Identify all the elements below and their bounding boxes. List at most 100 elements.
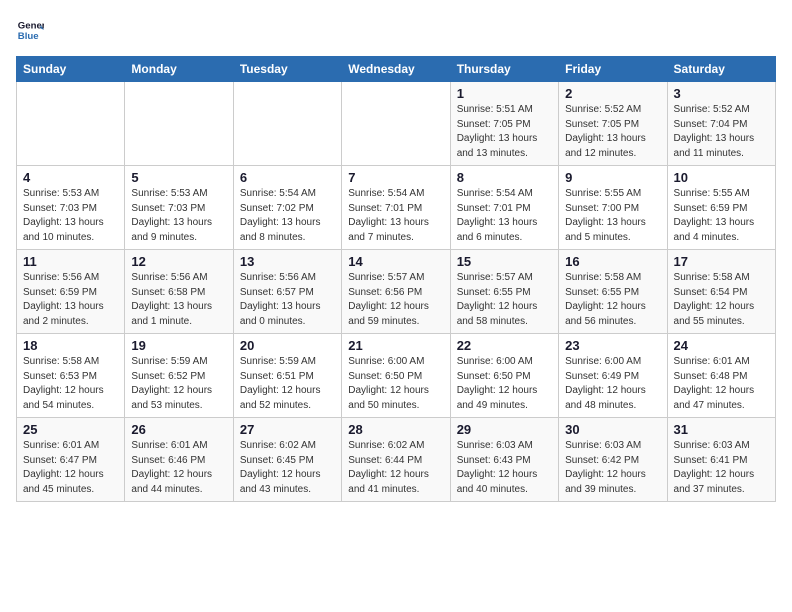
day-number: 25 [23,422,118,437]
day-number: 28 [348,422,443,437]
day-info: Sunrise: 5:58 AM Sunset: 6:55 PM Dayligh… [565,271,660,329]
day-number: 19 [131,338,226,353]
day-info: Sunrise: 6:00 AM Sunset: 6:50 PM Dayligh… [348,355,443,413]
day-info: Sunrise: 5:58 AM Sunset: 6:53 PM Dayligh… [23,355,118,413]
calendar-cell: 11Sunrise: 5:56 AM Sunset: 6:59 PM Dayli… [17,250,125,334]
day-info: Sunrise: 5:57 AM Sunset: 6:56 PM Dayligh… [348,271,443,329]
day-info: Sunrise: 5:51 AM Sunset: 7:05 PM Dayligh… [457,103,552,161]
day-number: 8 [457,170,552,185]
calendar-cell: 9 Sunrise: 5:55 AM Sunset: 7:00 PM Daylig… [559,166,667,250]
calendar-week-row: 11Sunrise: 5:56 AM Sunset: 6:59 PM Dayli… [17,250,776,334]
day-info: Sunrise: 5:59 AM Sunset: 6:52 PM Dayligh… [131,355,226,413]
weekday-header-saturday: Saturday [667,57,775,82]
day-number: 15 [457,254,552,269]
calendar-cell [17,82,125,166]
calendar-cell: 29 Sunrise: 6:03 AM Sunset: 6:43 PM Dayli… [450,418,558,502]
calendar-cell: 5 Sunrise: 5:53 AM Sunset: 7:03 PM Daylig… [125,166,233,250]
day-number: 21 [348,338,443,353]
calendar-cell: 13Sunrise: 5:56 AM Sunset: 6:57 PM Dayli… [233,250,341,334]
weekday-header-row: SundayMondayTuesdayWednesdayThursdayFrid… [17,57,776,82]
day-number: 30 [565,422,660,437]
day-number: 3 [674,86,769,101]
day-info: Sunrise: 6:01 AM Sunset: 6:46 PM Dayligh… [131,439,226,497]
day-number: 14 [348,254,443,269]
day-number: 18 [23,338,118,353]
calendar-cell: 26 Sunrise: 6:01 AM Sunset: 6:46 PM Dayli… [125,418,233,502]
day-number: 5 [131,170,226,185]
calendar-table: SundayMondayTuesdayWednesdayThursdayFrid… [16,56,776,502]
calendar-week-row: 1 Sunrise: 5:51 AM Sunset: 7:05 PM Daylig… [17,82,776,166]
calendar-cell: 25 Sunrise: 6:01 AM Sunset: 6:47 PM Dayli… [17,418,125,502]
calendar-cell: 18 Sunrise: 5:58 AM Sunset: 6:53 PM Dayli… [17,334,125,418]
day-info: Sunrise: 5:55 AM Sunset: 7:00 PM Dayligh… [565,187,660,245]
day-info: Sunrise: 5:54 AM Sunset: 7:02 PM Dayligh… [240,187,335,245]
day-info: Sunrise: 6:00 AM Sunset: 6:50 PM Dayligh… [457,355,552,413]
weekday-header-wednesday: Wednesday [342,57,450,82]
calendar-cell: 27Sunrise: 6:02 AM Sunset: 6:45 PM Dayli… [233,418,341,502]
day-number: 26 [131,422,226,437]
calendar-cell: 23Sunrise: 6:00 AM Sunset: 6:49 PM Dayli… [559,334,667,418]
day-info: Sunrise: 5:56 AM Sunset: 6:59 PM Dayligh… [23,271,118,329]
calendar-cell: 12 Sunrise: 5:56 AM Sunset: 6:58 PM Dayli… [125,250,233,334]
day-info: Sunrise: 6:00 AM Sunset: 6:49 PM Dayligh… [565,355,660,413]
calendar-week-row: 18 Sunrise: 5:58 AM Sunset: 6:53 PM Dayli… [17,334,776,418]
logo: General Blue [16,16,48,44]
day-number: 1 [457,86,552,101]
day-info: Sunrise: 5:54 AM Sunset: 7:01 PM Dayligh… [457,187,552,245]
calendar-cell: 28 Sunrise: 6:02 AM Sunset: 6:44 PM Dayli… [342,418,450,502]
day-info: Sunrise: 6:02 AM Sunset: 6:44 PM Dayligh… [348,439,443,497]
calendar-cell: 24 Sunrise: 6:01 AM Sunset: 6:48 PM Dayli… [667,334,775,418]
day-number: 16 [565,254,660,269]
weekday-header-friday: Friday [559,57,667,82]
day-info: Sunrise: 5:57 AM Sunset: 6:55 PM Dayligh… [457,271,552,329]
day-number: 27 [240,422,335,437]
calendar-cell: 21 Sunrise: 6:00 AM Sunset: 6:50 PM Dayli… [342,334,450,418]
calendar-cell: 6 Sunrise: 5:54 AM Sunset: 7:02 PM Daylig… [233,166,341,250]
logo-icon: General Blue [16,16,44,44]
calendar-cell: 22Sunrise: 6:00 AM Sunset: 6:50 PM Dayli… [450,334,558,418]
day-number: 29 [457,422,552,437]
svg-text:Blue: Blue [18,31,39,42]
day-info: Sunrise: 6:03 AM Sunset: 6:43 PM Dayligh… [457,439,552,497]
calendar-cell: 16 Sunrise: 5:58 AM Sunset: 6:55 PM Dayli… [559,250,667,334]
calendar-cell: 1 Sunrise: 5:51 AM Sunset: 7:05 PM Daylig… [450,82,558,166]
calendar-cell: 8 Sunrise: 5:54 AM Sunset: 7:01 PM Daylig… [450,166,558,250]
day-number: 31 [674,422,769,437]
day-info: Sunrise: 5:54 AM Sunset: 7:01 PM Dayligh… [348,187,443,245]
calendar-week-row: 25 Sunrise: 6:01 AM Sunset: 6:47 PM Dayli… [17,418,776,502]
day-info: Sunrise: 5:53 AM Sunset: 7:03 PM Dayligh… [131,187,226,245]
calendar-cell: 19 Sunrise: 5:59 AM Sunset: 6:52 PM Dayli… [125,334,233,418]
calendar-cell: 3 Sunrise: 5:52 AM Sunset: 7:04 PM Daylig… [667,82,775,166]
day-number: 7 [348,170,443,185]
day-info: Sunrise: 5:59 AM Sunset: 6:51 PM Dayligh… [240,355,335,413]
day-info: Sunrise: 5:52 AM Sunset: 7:05 PM Dayligh… [565,103,660,161]
day-number: 2 [565,86,660,101]
calendar-cell: 17Sunrise: 5:58 AM Sunset: 6:54 PM Dayli… [667,250,775,334]
day-number: 4 [23,170,118,185]
calendar-cell [233,82,341,166]
day-info: Sunrise: 6:03 AM Sunset: 6:41 PM Dayligh… [674,439,769,497]
weekday-header-monday: Monday [125,57,233,82]
day-number: 24 [674,338,769,353]
day-number: 17 [674,254,769,269]
calendar-cell: 14 Sunrise: 5:57 AM Sunset: 6:56 PM Dayli… [342,250,450,334]
day-info: Sunrise: 5:52 AM Sunset: 7:04 PM Dayligh… [674,103,769,161]
day-number: 20 [240,338,335,353]
day-info: Sunrise: 6:01 AM Sunset: 6:47 PM Dayligh… [23,439,118,497]
calendar-cell: 20 Sunrise: 5:59 AM Sunset: 6:51 PM Dayli… [233,334,341,418]
calendar-cell: 2 Sunrise: 5:52 AM Sunset: 7:05 PM Daylig… [559,82,667,166]
day-info: Sunrise: 5:55 AM Sunset: 6:59 PM Dayligh… [674,187,769,245]
calendar-cell: 4Sunrise: 5:53 AM Sunset: 7:03 PM Daylig… [17,166,125,250]
day-info: Sunrise: 6:03 AM Sunset: 6:42 PM Dayligh… [565,439,660,497]
day-info: Sunrise: 5:56 AM Sunset: 6:58 PM Dayligh… [131,271,226,329]
calendar-cell [125,82,233,166]
day-info: Sunrise: 6:01 AM Sunset: 6:48 PM Dayligh… [674,355,769,413]
weekday-header-sunday: Sunday [17,57,125,82]
day-number: 9 [565,170,660,185]
calendar-cell: 10Sunrise: 5:55 AM Sunset: 6:59 PM Dayli… [667,166,775,250]
day-number: 6 [240,170,335,185]
day-number: 13 [240,254,335,269]
calendar-cell: 31 Sunrise: 6:03 AM Sunset: 6:41 PM Dayli… [667,418,775,502]
calendar-cell: 7 Sunrise: 5:54 AM Sunset: 7:01 PM Daylig… [342,166,450,250]
day-number: 12 [131,254,226,269]
